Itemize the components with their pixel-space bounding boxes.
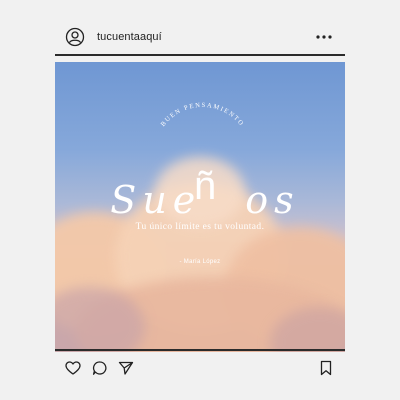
post-tagline: Tu único límite es tu voluntad.	[135, 222, 265, 232]
more-horizontal-icon[interactable]	[315, 31, 333, 43]
title-big-letter: ñ	[194, 164, 217, 208]
title-right: os	[245, 178, 300, 222]
pretitle-text: BUEN PENSAMIENTO	[160, 102, 244, 128]
footer-divider	[55, 349, 345, 351]
post-author: - María López	[179, 259, 221, 265]
post-title: Sue os ñ	[95, 166, 315, 222]
header-divider	[55, 54, 345, 56]
heart-icon[interactable]	[65, 360, 81, 376]
username[interactable]: tucuentaaquí	[97, 28, 162, 46]
send-icon[interactable]	[118, 360, 134, 376]
post-actions	[55, 357, 345, 379]
post-header: tucuentaaquí	[57, 24, 343, 50]
bookmark-icon[interactable]	[318, 360, 334, 376]
title-left: Sue	[110, 178, 202, 222]
svg-text:BUEN PENSAMIENTO: BUEN PENSAMIENTO	[160, 102, 246, 128]
post-image[interactable]: BUEN PENSAMIENTO Sue os ñ Tu único límite…	[55, 62, 345, 352]
comment-icon[interactable]	[92, 360, 108, 376]
user-circle-icon[interactable]	[65, 27, 85, 47]
